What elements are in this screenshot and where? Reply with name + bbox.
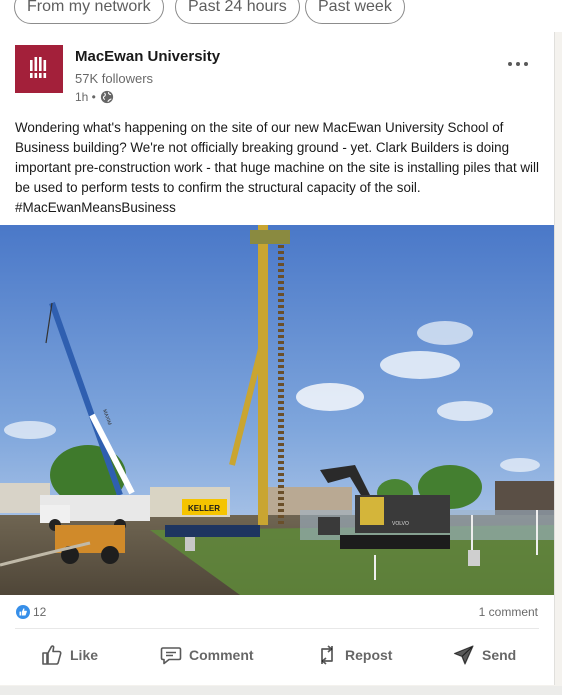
filter-from-my-network[interactable]: From my network (14, 0, 164, 24)
globe-icon (100, 90, 114, 104)
post-hashtag[interactable]: #MacEwanMeansBusiness (15, 198, 540, 218)
like-label: Like (70, 647, 99, 663)
paper-plane-icon (453, 645, 474, 665)
social-counts: 12 1 comment (0, 597, 554, 627)
filter-past-week[interactable]: Past week (305, 0, 405, 24)
feed-post-card: MacEwan University 57K followers 1h • Wo… (0, 32, 555, 685)
comment-button[interactable]: Comment (159, 638, 254, 672)
next-post-edge (0, 686, 562, 695)
like-reaction-icon (16, 605, 30, 619)
post-text: Wondering what's happening on the site o… (15, 120, 539, 195)
comment-label: Comment (189, 647, 254, 663)
comment-icon (160, 647, 182, 665)
post-meta: 1h • (75, 90, 114, 104)
comment-count[interactable]: 1 comment (479, 605, 538, 619)
post-time: 1h • (75, 90, 96, 104)
send-button[interactable]: Send (452, 638, 516, 672)
search-filters-bar: From my network Past 24 hours Past week (0, 0, 562, 32)
repost-button[interactable]: Repost (315, 638, 392, 672)
macewan-logo-icon (15, 45, 63, 93)
post-action-bar: Like Comment Repost Send (0, 638, 554, 672)
post-image-construction-site[interactable]: MAXIM KELLER VOLVO (0, 225, 554, 595)
action-divider (15, 628, 539, 629)
thumbs-up-icon (42, 645, 62, 665)
send-label: Send (482, 647, 517, 663)
rig-brand-text: KELLER (188, 504, 220, 513)
more-options-button[interactable] (505, 54, 531, 74)
post-body: Wondering what's happening on the site o… (15, 118, 540, 218)
filter-past-24-hours[interactable]: Past 24 hours (175, 0, 300, 24)
repost-label: Repost (345, 647, 393, 663)
reaction-count[interactable]: 12 (33, 605, 46, 619)
follower-count: 57K followers (75, 71, 154, 86)
repost-icon (321, 645, 333, 665)
ellipsis-icon (508, 62, 528, 66)
excavator-brand-text: VOLVO (392, 521, 409, 527)
company-logo-avatar[interactable] (15, 45, 63, 93)
like-button[interactable]: Like (40, 638, 98, 672)
author-name[interactable]: MacEwan University (75, 48, 220, 65)
